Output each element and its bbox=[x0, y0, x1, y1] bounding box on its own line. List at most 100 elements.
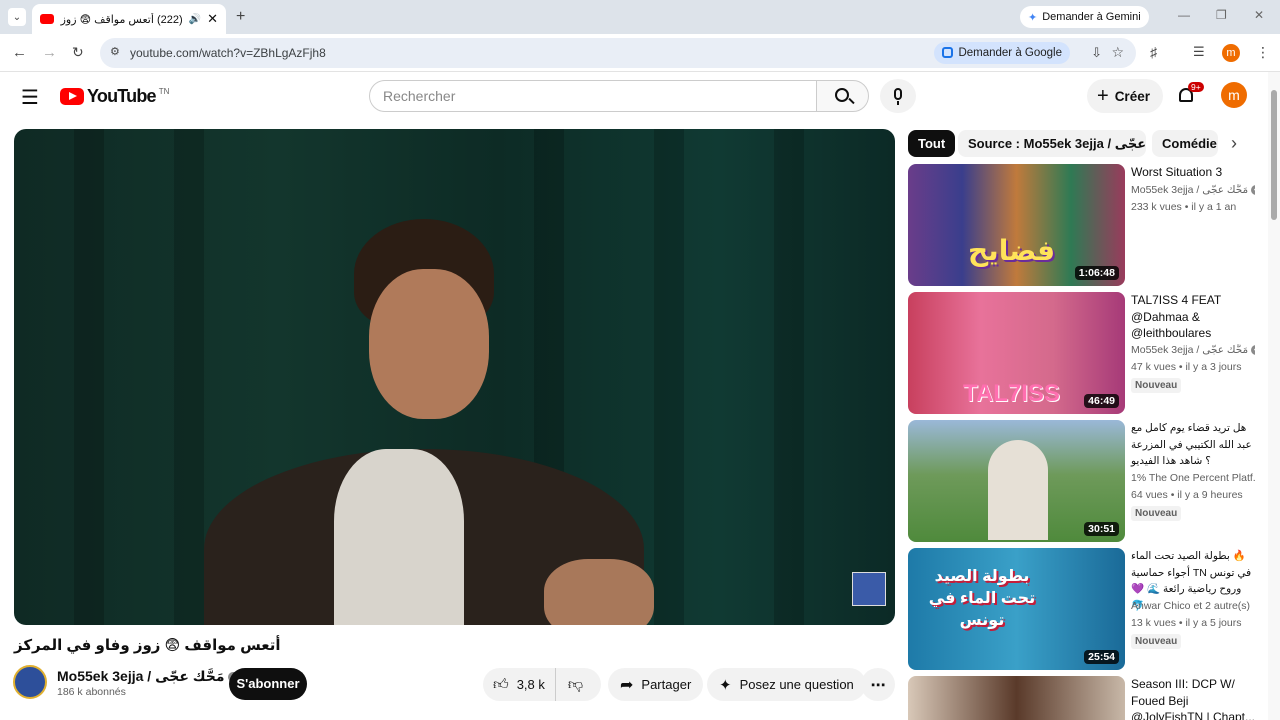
ask-question-label: Posez une question bbox=[739, 677, 854, 692]
audio-icon[interactable]: 🔊 bbox=[189, 14, 201, 25]
profile-avatar[interactable]: m bbox=[1222, 44, 1240, 62]
like-count: 3,8 k bbox=[516, 677, 545, 692]
rec-channel: Mo55ek 3ejja / مَحَّك عجّى ✓ bbox=[1131, 184, 1255, 196]
dislike-button[interactable]: 👎︎ bbox=[556, 668, 595, 701]
ask-google-chip[interactable]: Demander à Google bbox=[934, 42, 1070, 64]
youtube-wordmark: YouTube bbox=[87, 86, 157, 106]
reload-icon[interactable]: ↻ bbox=[72, 44, 84, 61]
scrollbar-thumb[interactable] bbox=[1271, 90, 1277, 220]
recommendation-item[interactable]: Season III: DCP W/ Foued Beji @JolyFishT… bbox=[908, 676, 1258, 720]
more-horizontal-icon: ⋯ bbox=[870, 676, 886, 694]
chip-comedy[interactable]: Comédie bbox=[1152, 130, 1218, 157]
thumbnail-text: بطولة الصيد تحت الماء في تونس bbox=[928, 568, 1036, 629]
notification-badge: 9+ bbox=[1188, 82, 1204, 92]
chip-all[interactable]: Tout bbox=[908, 130, 956, 157]
more-actions-button[interactable]: ⋯ bbox=[861, 668, 895, 701]
thumbs-up-icon: 👍︎ bbox=[493, 675, 509, 693]
region-code: TN bbox=[158, 87, 170, 96]
create-label: Créer bbox=[1114, 88, 1150, 104]
thumbs-down-icon: 👎︎ bbox=[567, 675, 584, 693]
share-arrow-icon: ➦ bbox=[620, 676, 634, 694]
video-player[interactable] bbox=[14, 129, 895, 625]
rec-stats: 64 vues • il y a 9 heures bbox=[1131, 489, 1243, 501]
duration-badge: 46:49 bbox=[1084, 394, 1119, 408]
microphone-icon bbox=[894, 88, 902, 100]
video-title: أتعس مواقف 😨 زوز وفاو في المركز bbox=[14, 637, 281, 654]
install-app-icon[interactable]: ⇩ bbox=[1091, 45, 1102, 61]
rec-title: TAL7ISS 4 FEAT @Dahmaa & @leithboulares bbox=[1131, 293, 1222, 340]
channel-avatar[interactable] bbox=[13, 665, 47, 699]
video-thumbnail[interactable] bbox=[908, 676, 1125, 720]
voice-search-button[interactable] bbox=[880, 79, 916, 113]
video-thumbnail[interactable]: فضايح 1:06:48 bbox=[908, 164, 1125, 286]
minimize-icon[interactable]: — bbox=[1178, 8, 1190, 22]
rec-stats: 13 k vues • il y a 5 jours bbox=[1131, 617, 1242, 629]
extensions-icon[interactable]: ♯ bbox=[1150, 44, 1157, 60]
ask-question-button[interactable]: ✦ Posez une question bbox=[707, 668, 866, 701]
new-badge: Nouveau bbox=[1131, 378, 1182, 393]
subscriber-count: 186 k abonnés bbox=[57, 686, 126, 698]
verified-icon: ✓ bbox=[1251, 345, 1255, 356]
gemini-icon: ✦ bbox=[1028, 11, 1038, 24]
youtube-logo[interactable]: YouTube TN bbox=[60, 86, 169, 107]
channel-watermark[interactable] bbox=[852, 572, 886, 606]
video-thumbnail[interactable]: 30:51 bbox=[908, 420, 1125, 542]
new-tab-icon[interactable]: + bbox=[236, 8, 245, 26]
thumbnail-text: فضايح bbox=[968, 235, 1056, 266]
like-button[interactable]: 👍︎ 3,8 k bbox=[483, 668, 556, 701]
youtube-favicon-icon bbox=[40, 14, 54, 24]
recommendation-item[interactable]: بطولة الصيد تحت الماء في تونس 25:54 🔥 بط… bbox=[908, 548, 1258, 670]
channel-name[interactable]: Mo55ek 3ejja / مَحَّك عجّى ✓ bbox=[57, 668, 239, 685]
browser-tab[interactable]: (222) أتعس مواقف 😨 زوز و 🔊 ✕ bbox=[32, 4, 226, 34]
back-icon[interactable]: ← bbox=[12, 44, 27, 61]
ask-google-label: Demander à Google bbox=[958, 47, 1062, 59]
youtube-play-icon bbox=[60, 88, 84, 105]
new-badge: Nouveau bbox=[1131, 506, 1182, 521]
recommendation-item[interactable]: TAL7ISS 46:49 TAL7ISS 4 FEAT @Dahmaa & @… bbox=[908, 292, 1258, 414]
browser-tab-bar: ⌄ (222) أتعس مواقف 😨 زوز و 🔊 ✕ + ✦ Deman… bbox=[0, 0, 1280, 34]
share-label: Partager bbox=[641, 677, 692, 692]
video-thumbnail[interactable]: بطولة الصيد تحت الماء في تونس 25:54 bbox=[908, 548, 1125, 670]
rec-title: هل تريد قضاء يوم كامل مع عبد الله الكتيب… bbox=[1131, 422, 1252, 467]
recommendation-item[interactable]: فضايح 1:06:48 Worst Situation 3 Mo55ek 3… bbox=[908, 164, 1258, 286]
close-window-icon[interactable]: ✕ bbox=[1254, 8, 1264, 22]
forward-icon[interactable]: → bbox=[42, 44, 57, 61]
menu-kebab-icon[interactable]: ⋮ bbox=[1256, 44, 1270, 61]
recommendation-item[interactable]: 30:51 هل تريد قضاء يوم كامل مع عبد الله … bbox=[908, 420, 1258, 542]
rec-channel: Mo55ek 3ejja / مَحَّك عجّى ✓ bbox=[1131, 344, 1255, 356]
account-avatar[interactable]: m bbox=[1221, 82, 1247, 108]
close-tab-icon[interactable]: ✕ bbox=[207, 11, 218, 27]
search-button[interactable] bbox=[816, 80, 869, 112]
gemini-button[interactable]: ✦ Demander à Gemini bbox=[1020, 6, 1149, 28]
page-scrollbar[interactable] bbox=[1268, 72, 1280, 720]
hamburger-menu-icon[interactable]: ☰ bbox=[21, 85, 39, 110]
gemini-label: Demander à Gemini bbox=[1042, 11, 1141, 23]
tab-list-icon[interactable]: ⌄ bbox=[8, 8, 26, 26]
share-button[interactable]: ➦ Partager bbox=[608, 668, 704, 701]
duration-badge: 1:06:48 bbox=[1074, 266, 1119, 280]
notifications-button[interactable]: 9+ bbox=[1176, 82, 1204, 109]
thumbnail-text: TAL7ISS bbox=[963, 380, 1060, 407]
search-input[interactable]: Rechercher bbox=[369, 80, 817, 112]
video-frame-person bbox=[164, 209, 784, 625]
youtube-header: ☰ YouTube TN Rechercher + Créer 9+ m bbox=[0, 72, 1268, 120]
address-bar[interactable]: ⚙ youtube.com/watch?v=ZBhLgAzFjh8 Demand… bbox=[100, 38, 1136, 68]
create-button[interactable]: + Créer bbox=[1087, 79, 1163, 113]
plus-icon: + bbox=[1097, 85, 1109, 107]
rec-channel: 1% The One Percent Platf... bbox=[1131, 472, 1255, 484]
rec-stats: 47 k vues • il y a 3 jours bbox=[1131, 361, 1242, 373]
video-thumbnail[interactable]: TAL7ISS 46:49 bbox=[908, 292, 1125, 414]
url-text: youtube.com/watch?v=ZBhLgAzFjh8 bbox=[130, 46, 326, 60]
like-dislike-group: 👍︎ 3,8 k 👎︎ bbox=[483, 668, 601, 701]
maximize-icon[interactable]: ❐ bbox=[1216, 8, 1227, 22]
rec-channel: Anwar Chico et 2 autre(s) bbox=[1131, 600, 1251, 612]
bookmark-star-icon[interactable]: ☆ bbox=[1111, 44, 1124, 61]
chip-source-channel[interactable]: Source : Mo55ek 3ejja / مَحَّك عجّى bbox=[958, 130, 1146, 157]
subscribe-button[interactable]: S'abonner bbox=[229, 668, 307, 700]
rec-title: Worst Situation 3 bbox=[1131, 165, 1223, 179]
tab-title: (222) أتعس مواقف 😨 زوز و bbox=[60, 13, 183, 26]
chevron-right-icon[interactable]: › bbox=[1222, 130, 1246, 157]
site-info-icon[interactable]: ⚙ bbox=[110, 45, 120, 58]
sparkle-icon: ✦ bbox=[719, 676, 732, 694]
media-control-icon[interactable]: ☰ bbox=[1193, 44, 1205, 60]
